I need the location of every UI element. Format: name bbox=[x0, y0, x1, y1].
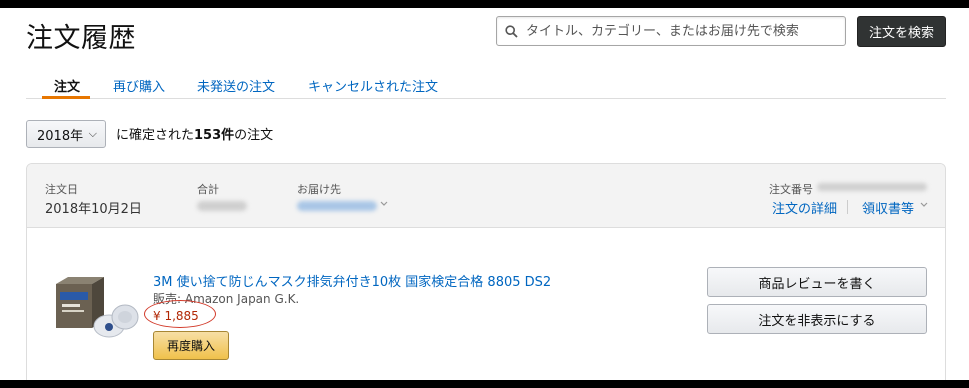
receipt-link[interactable]: 領収書等 bbox=[862, 198, 914, 217]
search-box[interactable] bbox=[496, 16, 846, 46]
price-annotation-circle bbox=[144, 300, 216, 328]
ship-to-redacted[interactable] bbox=[297, 201, 377, 211]
year-select-value: 2018年 bbox=[37, 128, 84, 144]
page-title: 注文履歴 bbox=[26, 23, 136, 54]
divider bbox=[847, 200, 848, 214]
order-number-redacted bbox=[817, 183, 927, 191]
order-count-summary: に確定された153件の注文 bbox=[116, 124, 273, 143]
order-details-link[interactable]: 注文の詳細 bbox=[772, 198, 837, 217]
write-review-button[interactable]: 商品レビューを書く bbox=[707, 267, 927, 297]
order-date-value: 2018年10月2日 bbox=[45, 202, 142, 217]
chevron-down-icon[interactable] bbox=[380, 200, 388, 208]
count-suffix: の注文 bbox=[234, 128, 274, 143]
hide-order-button[interactable]: 注文を非表示にする bbox=[707, 304, 927, 334]
order-card: 注文日 2018年10月2日 合計 お届け先 注文番号 注文の詳細 領収書等 3… bbox=[26, 163, 946, 380]
order-history-page: 注文履歴 注文を検索 注文 再び購入 未発送の注文 キャンセルされた注文 201… bbox=[0, 8, 969, 380]
order-date-label: 注文日 bbox=[45, 183, 78, 196]
tab-cancelled-orders[interactable]: キャンセルされた注文 bbox=[308, 76, 438, 95]
product-image[interactable] bbox=[51, 274, 141, 344]
tab-open-orders[interactable]: 未発送の注文 bbox=[197, 76, 275, 95]
order-count: 153件 bbox=[194, 128, 235, 143]
search-orders-button[interactable]: 注文を検索 bbox=[857, 16, 946, 47]
product-title-link[interactable]: 3M 使い捨て防じんマスク排気弁付き10枚 国家検定合格 8805 DS2 bbox=[153, 271, 551, 290]
tab-buy-again[interactable]: 再び購入 bbox=[113, 76, 165, 95]
chevron-down-icon[interactable] bbox=[920, 201, 928, 209]
buy-again-button[interactable]: 再度購入 bbox=[153, 331, 229, 360]
year-select[interactable]: 2018年 ⌵ bbox=[26, 120, 106, 148]
order-header: 注文日 2018年10月2日 合計 お届け先 注文番号 注文の詳細 領収書等 bbox=[27, 164, 945, 228]
order-total-label: 合計 bbox=[197, 183, 219, 196]
count-prefix: に確定された bbox=[116, 128, 195, 143]
ship-to-label: お届け先 bbox=[297, 183, 341, 196]
search-icon bbox=[505, 24, 518, 38]
chevron-down-icon: ⌵ bbox=[88, 127, 97, 140]
order-total-redacted bbox=[197, 201, 247, 211]
search-input[interactable] bbox=[524, 22, 828, 40]
active-tab-indicator bbox=[42, 96, 90, 99]
order-tabs: 注文 再び購入 未発送の注文 キャンセルされた注文 bbox=[26, 72, 946, 99]
order-number-label: 注文番号 bbox=[769, 183, 813, 196]
tab-orders[interactable]: 注文 bbox=[54, 76, 80, 95]
